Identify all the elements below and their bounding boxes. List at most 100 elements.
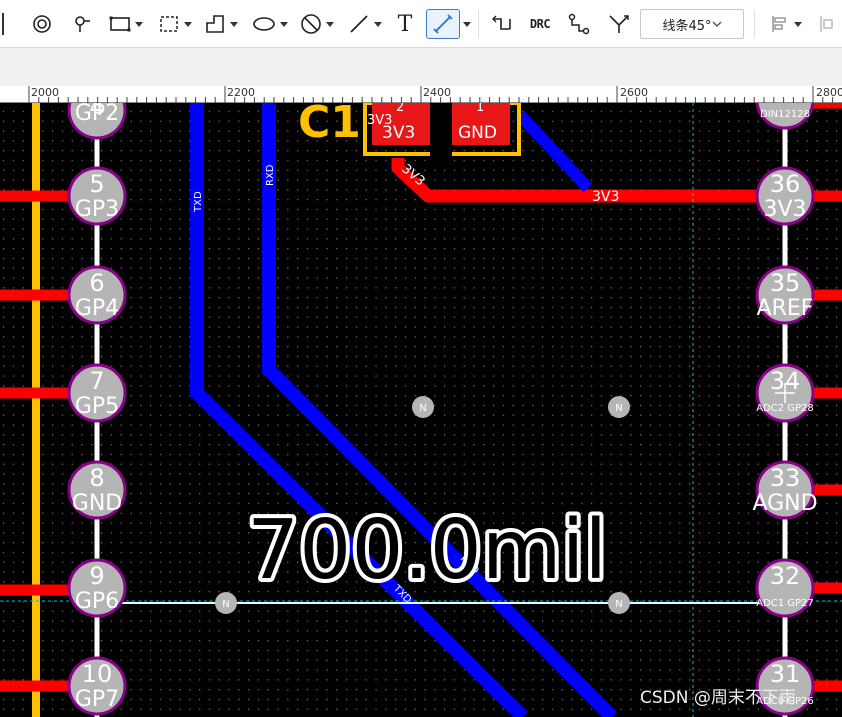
track-net-label: TXD (193, 191, 204, 213)
pin-tool-button[interactable] (66, 9, 98, 39)
pad-number: 5 (89, 170, 104, 198)
ruler-label: 2200 (227, 86, 255, 99)
via-label: N (222, 599, 229, 610)
ruler-label: 2600 (620, 86, 648, 99)
header-pad[interactable]: 34 ADC2 GP28 (755, 363, 815, 423)
pad-1-net: GND (458, 123, 497, 143)
pad-name: ADC2 GP28 (756, 403, 814, 414)
distribute-tool-button[interactable] (812, 9, 842, 39)
line-icon (350, 15, 368, 33)
document-tab-bar (0, 48, 842, 86)
header-pad[interactable]: 10 GP7 (67, 656, 127, 716)
pad-number: 9 (89, 562, 104, 590)
pad-name: AREF (757, 296, 814, 321)
via-label: N (615, 403, 622, 414)
pad-number: 7 (89, 367, 104, 395)
via[interactable]: N (215, 592, 237, 614)
pad-name: GP2 (75, 103, 119, 126)
distribute-icon (820, 16, 833, 32)
measure-dropdown[interactable] (460, 9, 474, 39)
header-pad[interactable]: 32 ADC1 GP27 (755, 558, 815, 618)
angle-tool-button[interactable] (602, 9, 636, 39)
via-label: N (419, 403, 426, 414)
header-pad[interactable]: 9 GP6 (67, 558, 127, 618)
polygon-tool-button[interactable] (200, 9, 242, 39)
pad-number: 36 (770, 170, 801, 198)
diff-pair-icon (568, 13, 590, 35)
header-pad[interactable]: 8 GND (67, 460, 127, 520)
pad-number: 10 (82, 660, 113, 688)
pad-2-number: 2 (396, 103, 404, 115)
header-pad[interactable]: 35 AREF (755, 265, 815, 325)
toolbar-divider (754, 10, 755, 38)
ellipse-tool-button[interactable] (248, 9, 292, 39)
measurement-readout-fill: 700.0mil (247, 503, 607, 598)
pad-2-net: 3V3 (382, 123, 415, 143)
dashed-rectangle-icon (160, 16, 178, 32)
angle-icon (609, 15, 629, 33)
pad-number: 31 (770, 660, 801, 688)
pad-name: GP3 (75, 197, 119, 222)
drc-label: DRC (529, 17, 551, 31)
chevron-down-icon (463, 21, 471, 27)
toolbar-divider (478, 10, 479, 38)
align-left-icon (772, 16, 786, 32)
outline-gap (430, 103, 452, 161)
ruler-label: 2400 (423, 86, 451, 99)
header-pad[interactable]: 7 GP5 (67, 363, 127, 423)
horizontal-ruler: 2000 2200 2400 2600 2800 (0, 86, 842, 103)
track-net-label: RXD (265, 164, 276, 186)
pad-name: GND (72, 491, 122, 516)
text-icon: T (397, 11, 413, 37)
pad-name: ADC1 GP27 (756, 598, 814, 609)
track-net-label: 3V3 (592, 189, 619, 205)
header-pad[interactable]: 36 3V3 (755, 166, 815, 226)
route-tool-button[interactable] (486, 9, 518, 39)
pad-number: 33 (770, 464, 801, 492)
ellipse-icon (253, 17, 275, 31)
component-designator: C1 (298, 103, 361, 148)
measure-icon (433, 14, 453, 34)
via-label: N (615, 599, 622, 610)
measure-tool-button[interactable] (426, 9, 460, 39)
header-pad[interactable]: 6 GP4 (67, 265, 127, 325)
align-tool-button[interactable] (764, 9, 808, 39)
select-rect-tool-button[interactable] (154, 9, 196, 39)
pad-name: GP7 (75, 687, 119, 712)
via[interactable]: N (608, 592, 630, 614)
pad-name: DIN12128 (760, 109, 810, 120)
watermark: CSDN @周末不下雨 (640, 688, 796, 708)
left-edge-marker (0, 9, 6, 39)
chevron-down-icon (712, 21, 722, 27)
pad-name: AGND (752, 491, 817, 516)
pad-1-number: 1 (476, 103, 484, 115)
pad-name: 3V3 (763, 197, 806, 222)
ruler-label: 2000 (31, 86, 59, 99)
via[interactable]: N (412, 396, 434, 418)
via[interactable]: N (608, 396, 630, 418)
polygon-icon (206, 15, 224, 33)
pad-name: GP5 (75, 394, 119, 419)
via-tool-button[interactable] (26, 9, 58, 39)
pad-name: GP6 (75, 589, 119, 614)
pad-number: 32 (770, 562, 801, 590)
pad-name: GP4 (75, 296, 119, 321)
rectangle-icon (109, 16, 131, 32)
line-mode-select[interactable]: 线条45° (640, 9, 744, 39)
circle-slash-tool-button[interactable] (296, 9, 338, 39)
pad-number: 35 (770, 269, 801, 297)
diff-pair-tool-button[interactable] (562, 9, 596, 39)
text-tool-button[interactable]: T (390, 9, 420, 39)
toolbar: T DRC 线条45° (0, 0, 842, 48)
drc-button[interactable]: DRC (524, 9, 556, 39)
line-mode-value: 线条45° (662, 18, 712, 34)
pcb-canvas[interactable]: 3V3 3V3 TXD RXD TXD RXD C1 3V3 2 3V3 1 G… (0, 103, 842, 717)
via-icon (33, 15, 51, 33)
route-icon (492, 15, 511, 30)
pin-icon (75, 16, 90, 32)
prohibit-icon (301, 14, 321, 34)
line-tool-button[interactable] (344, 9, 386, 39)
rect-tool-button[interactable] (104, 9, 148, 39)
pad-number: 8 (89, 464, 104, 492)
header-pad[interactable]: 5 GP3 (67, 166, 127, 226)
